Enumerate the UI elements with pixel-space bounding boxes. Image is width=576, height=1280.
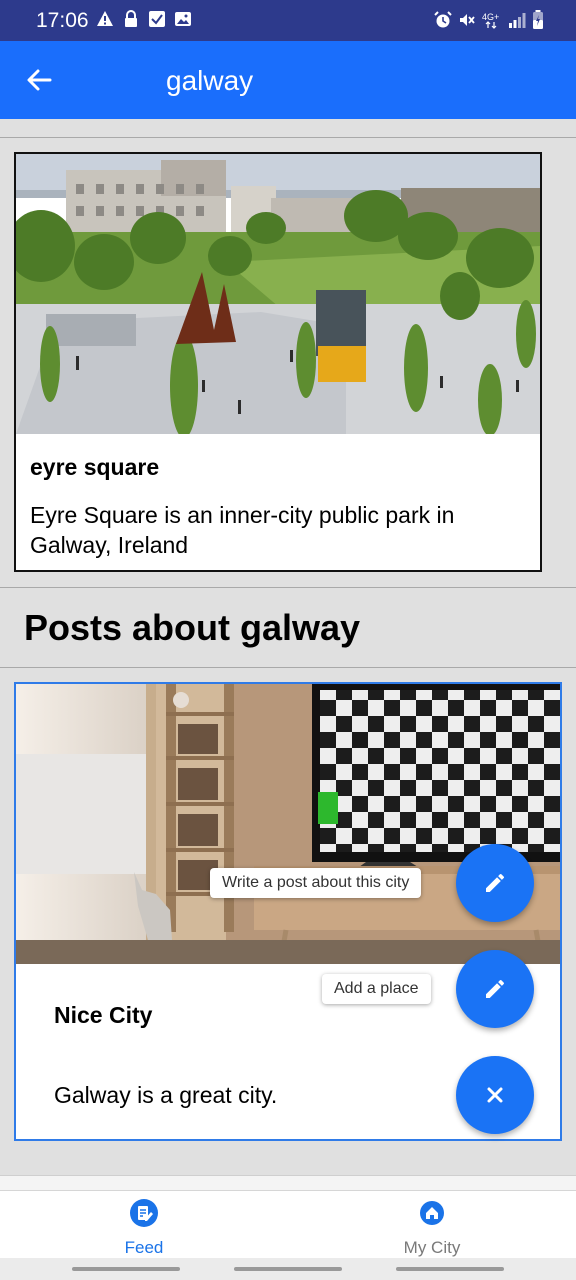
home-icon xyxy=(420,1201,444,1225)
pencil-icon xyxy=(486,873,505,892)
gesture-pill[interactable] xyxy=(396,1267,504,1271)
battery-icon xyxy=(533,10,543,29)
next-card-edge xyxy=(0,1176,576,1190)
post-body: Galway is a great city. xyxy=(54,1082,278,1108)
close-icon xyxy=(487,1087,503,1103)
svg-text:4G+: 4G+ xyxy=(482,12,499,22)
place-name: eyre square xyxy=(30,454,160,480)
lock-icon xyxy=(125,10,137,27)
network-4g-icon: 4G+ xyxy=(482,12,499,29)
back-button[interactable] xyxy=(20,61,58,99)
check-square-icon xyxy=(149,11,165,27)
place-card[interactable]: eyre square Eyre Square is an inner-city… xyxy=(14,152,542,572)
signal-icon xyxy=(509,13,526,28)
write-post-label[interactable]: Write a post about this city xyxy=(210,868,422,898)
gesture-pill[interactable] xyxy=(234,1267,342,1271)
alarm-icon xyxy=(434,11,452,28)
close-menu-button[interactable] xyxy=(456,1056,534,1134)
image-icon xyxy=(175,12,191,26)
arrow-left-icon xyxy=(27,69,52,91)
divider xyxy=(0,137,576,138)
status-bar: 17:06 4G+ xyxy=(0,0,576,41)
post-title: Nice City xyxy=(54,1002,153,1028)
page-title: galway xyxy=(166,65,254,96)
system-gesture-bar xyxy=(0,1258,576,1280)
nav-item-feed[interactable]: Feed xyxy=(0,1191,288,1259)
app-bar: galway xyxy=(0,41,576,119)
add-place-label[interactable]: Add a place xyxy=(322,974,431,1004)
nav-item-my-city[interactable]: My City xyxy=(288,1191,576,1259)
mute-icon xyxy=(460,14,475,26)
nav-label-feed: Feed xyxy=(124,1238,164,1257)
warning-icon xyxy=(97,11,113,26)
status-time: 17:06 xyxy=(36,9,89,32)
divider xyxy=(0,587,576,588)
status-system-icons: 4G+ xyxy=(434,10,544,30)
feed-icon xyxy=(130,1199,158,1227)
pencil-icon xyxy=(486,979,505,998)
gesture-pill[interactable] xyxy=(72,1267,180,1271)
status-notification-icons xyxy=(96,10,192,28)
write-post-button[interactable] xyxy=(456,844,534,922)
place-description: Eyre Square is an inner-city public park… xyxy=(30,502,455,558)
feed-scroll-area[interactable]: eyre square Eyre Square is an inner-city… xyxy=(0,119,576,1190)
posts-section-heading: Posts about galway xyxy=(24,607,361,648)
nav-label-my-city: My City xyxy=(403,1238,461,1257)
bottom-nav: Feed My City xyxy=(0,1190,576,1258)
living-room-photo xyxy=(16,684,560,964)
divider xyxy=(0,667,576,668)
add-place-button[interactable] xyxy=(456,950,534,1028)
city-square-photo xyxy=(16,154,540,434)
